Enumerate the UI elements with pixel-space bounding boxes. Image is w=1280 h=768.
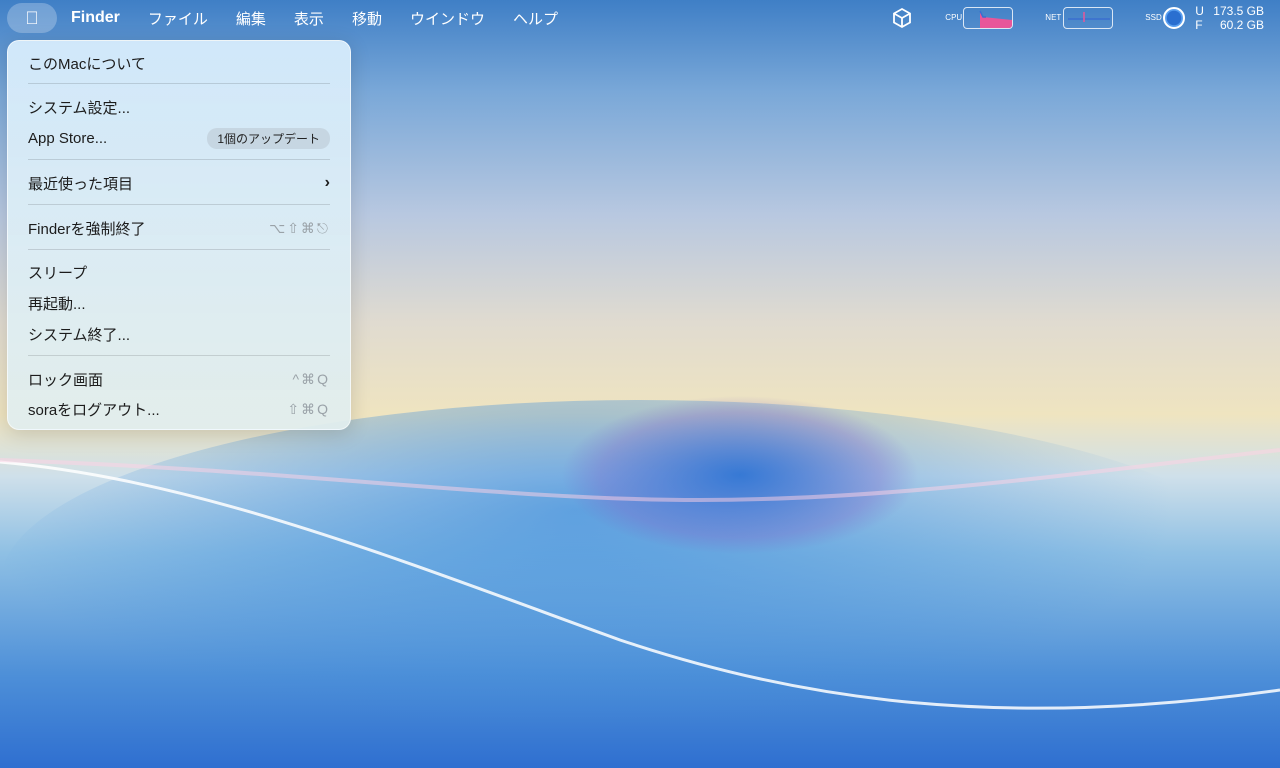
sleep-label: スリープ [28,264,88,282]
cpu-label: CPU [945,13,963,22]
menu-window[interactable]: ウインドウ [396,8,499,29]
ssd-label: SSD [1145,13,1162,22]
menu-edit[interactable]: 編集 [222,8,280,29]
free-value: 60.2 GB [1219,18,1264,32]
cube-icon[interactable] [891,7,913,29]
lock-shortcut: ^⌘Q [292,370,330,387]
menu-item-lock-screen[interactable]: ロック画面 ^⌘Q [28,366,330,392]
apple-menu-button[interactable]:  [7,3,57,33]
net-graph[interactable] [1063,7,1114,29]
logout-label: soraをログアウト... [28,401,160,419]
force-quit-shortcut: ⌥⇧⌘⎋ [269,219,330,236]
menu-item-about[interactable]: このMacについて [28,50,330,76]
app-menu-finder[interactable]: Finder [57,9,134,27]
apple-menu-dropdown: このMacについて システム設定... App Store... 1個のアップデー… [7,40,351,430]
chevron-right-icon: › [324,174,330,191]
apple-icon:  [25,8,39,29]
separator [28,159,330,160]
separator [28,83,330,84]
used-label: U [1195,4,1204,18]
used-value: 173.5 GB [1213,4,1264,18]
menu-go[interactable]: 移動 [338,8,396,29]
menu-help[interactable]: ヘルプ [499,8,572,29]
lock-label: ロック画面 [28,371,104,389]
storage-readout: U 173.5 GB F 60.2 GB [1195,4,1264,32]
about-label: このMacについて [28,55,146,73]
menu-item-restart[interactable]: 再起動... [28,290,330,316]
separator [28,355,330,356]
app-store-label: App Store... [28,129,108,147]
menu-bar:  Finder ファイル 編集 表示 移動 ウインドウ ヘルプ CPU NET… [0,0,1280,36]
menu-item-system-settings[interactable]: システム設定... [28,94,330,120]
force-quit-label: Finderを強制終了 [28,220,146,238]
settings-label: システム設定... [28,99,131,117]
logout-shortcut: ⇧⌘Q [287,400,330,417]
menu-view[interactable]: 表示 [280,8,338,29]
net-label: NET [1045,13,1062,22]
restart-label: 再起動... [28,295,86,313]
menu-item-force-quit[interactable]: Finderを強制終了 ⌥⇧⌘⎋ [28,215,330,241]
menu-item-shutdown[interactable]: システム終了... [28,321,330,347]
shutdown-label: システム終了... [28,326,131,344]
menu-item-log-out[interactable]: soraをログアウト... ⇧⌘Q [28,396,330,422]
separator [28,204,330,205]
menu-file[interactable]: ファイル [134,8,222,29]
menu-item-sleep[interactable]: スリープ [28,259,330,285]
net-graph-plot [1068,12,1111,22]
menu-item-app-store[interactable]: App Store... 1個のアップデート [28,125,330,151]
cpu-graph[interactable] [963,7,1014,29]
free-label: F [1195,18,1203,32]
separator [28,249,330,250]
menu-item-recent-items[interactable]: 最近使った項目 › [28,170,330,196]
recent-label: 最近使った項目 [28,175,134,193]
update-badge: 1個のアップデート [207,127,330,149]
cpu-graph-plot [979,10,1013,28]
disk-usage-icon[interactable] [1163,7,1186,29]
